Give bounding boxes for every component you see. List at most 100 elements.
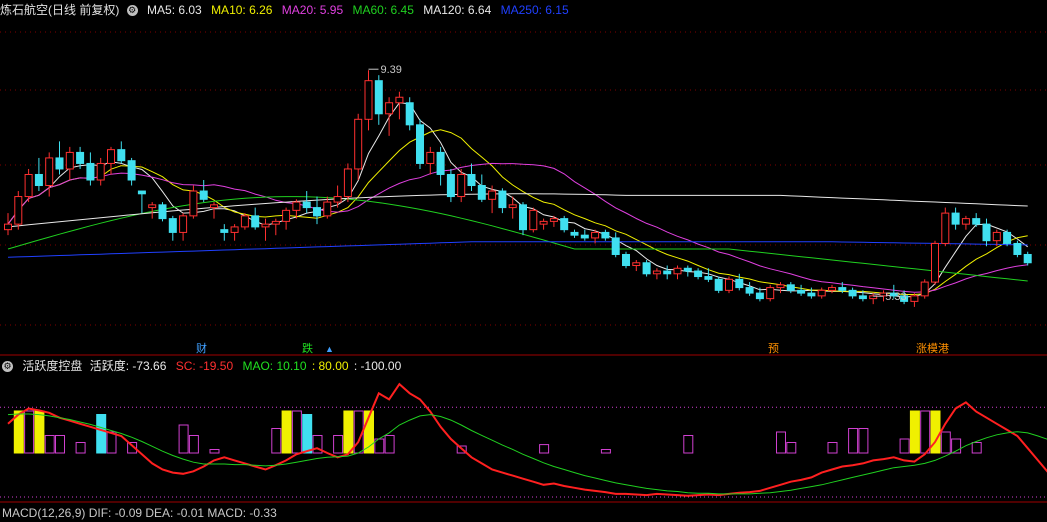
candle-body <box>642 262 651 275</box>
candle-body <box>951 212 960 225</box>
candle-body <box>529 209 538 231</box>
activity-bar <box>44 435 55 454</box>
activity-bar <box>920 410 931 454</box>
candle-body <box>776 284 785 289</box>
candle-body <box>858 295 867 300</box>
candle-body <box>220 229 229 233</box>
candle-body <box>127 160 136 181</box>
activity-bar <box>786 442 797 454</box>
candle-body <box>714 278 723 291</box>
candle-body <box>725 278 733 291</box>
candle-body <box>683 267 692 272</box>
candle-body <box>271 220 280 225</box>
candle-body <box>374 80 383 115</box>
candle-body <box>570 231 579 236</box>
activity-bar <box>899 438 910 454</box>
candle-body <box>34 173 43 187</box>
activity-bar <box>24 410 35 454</box>
candle-body <box>354 118 363 170</box>
candle-body <box>745 287 754 294</box>
candle-body <box>199 190 208 200</box>
candle-body <box>488 190 497 200</box>
candle-body <box>117 149 126 162</box>
candle-body <box>467 173 476 187</box>
price-label: 5.33 <box>885 291 906 303</box>
candle-body <box>1023 253 1032 264</box>
indicator-line-activity <box>7 382 1047 497</box>
candle-body <box>395 96 404 104</box>
activity-bar <box>106 431 117 454</box>
activity-bar <box>343 410 354 454</box>
candle-body <box>580 234 589 239</box>
candle-body <box>457 173 466 198</box>
candle-body <box>148 204 157 209</box>
candle-body <box>601 231 610 239</box>
candle-body <box>673 267 682 275</box>
candle-body <box>4 223 12 231</box>
candle-body <box>992 231 1001 242</box>
candle-body <box>323 201 332 217</box>
activity-bar <box>600 449 611 454</box>
candle-body <box>302 201 311 209</box>
activity-bar <box>291 410 302 454</box>
activity-bar <box>188 435 199 454</box>
activity-bar <box>209 449 220 454</box>
candle-body <box>210 204 218 209</box>
indicator-line-mao <box>7 413 1047 495</box>
candle-body <box>961 218 970 225</box>
candle-body <box>539 220 548 225</box>
candle-body <box>982 223 991 242</box>
activity-bar <box>34 410 45 454</box>
candle-body <box>549 218 558 222</box>
candle-body <box>158 204 167 220</box>
candle-body <box>168 218 177 233</box>
activity-bar <box>909 410 920 454</box>
candle-body <box>797 289 806 294</box>
candle-body <box>498 190 507 209</box>
activity-bar <box>96 414 107 454</box>
ma-line-ma20 <box>7 162 1028 293</box>
candle-body <box>766 287 775 300</box>
activity-bar <box>302 414 313 454</box>
candle-body <box>704 276 713 280</box>
activity-bar <box>858 428 869 454</box>
candle-body <box>920 281 929 297</box>
candle-body <box>817 289 826 297</box>
candle-body <box>189 190 198 217</box>
candle-body <box>560 218 569 231</box>
candle-body <box>508 204 517 209</box>
candle-body <box>1003 231 1012 244</box>
candle-body <box>786 284 795 291</box>
candle-body <box>519 204 527 231</box>
ma-line-ma250 <box>7 241 1028 258</box>
candle-body <box>838 287 847 291</box>
activity-bar <box>827 442 838 454</box>
candle-body <box>45 157 54 187</box>
activity-bar <box>75 442 86 454</box>
candle-body <box>1013 242 1022 255</box>
candle-body <box>416 124 424 164</box>
candle-body <box>652 270 661 275</box>
candle-body <box>941 212 950 244</box>
candle-body <box>137 190 146 195</box>
candle-body <box>848 289 857 297</box>
activity-bar <box>683 435 694 454</box>
candle-body <box>910 295 919 302</box>
candle-body <box>14 196 23 225</box>
price-label: 9.39 <box>381 64 402 76</box>
candle-body <box>807 292 816 297</box>
candle-body <box>230 226 239 233</box>
candle-body <box>931 242 939 283</box>
candle-body <box>96 162 105 181</box>
candle-body <box>828 287 836 291</box>
activity-bar <box>940 431 951 454</box>
activity-bar <box>333 435 344 454</box>
candle-body <box>735 278 744 289</box>
chart-canvas: 9.39 5.33 <box>0 31 1047 503</box>
candle-body <box>179 215 188 233</box>
candle-body <box>261 223 270 228</box>
activity-bar <box>539 444 550 454</box>
candle-body <box>65 151 74 170</box>
activity-bar <box>848 428 859 454</box>
candle-body <box>55 157 64 170</box>
